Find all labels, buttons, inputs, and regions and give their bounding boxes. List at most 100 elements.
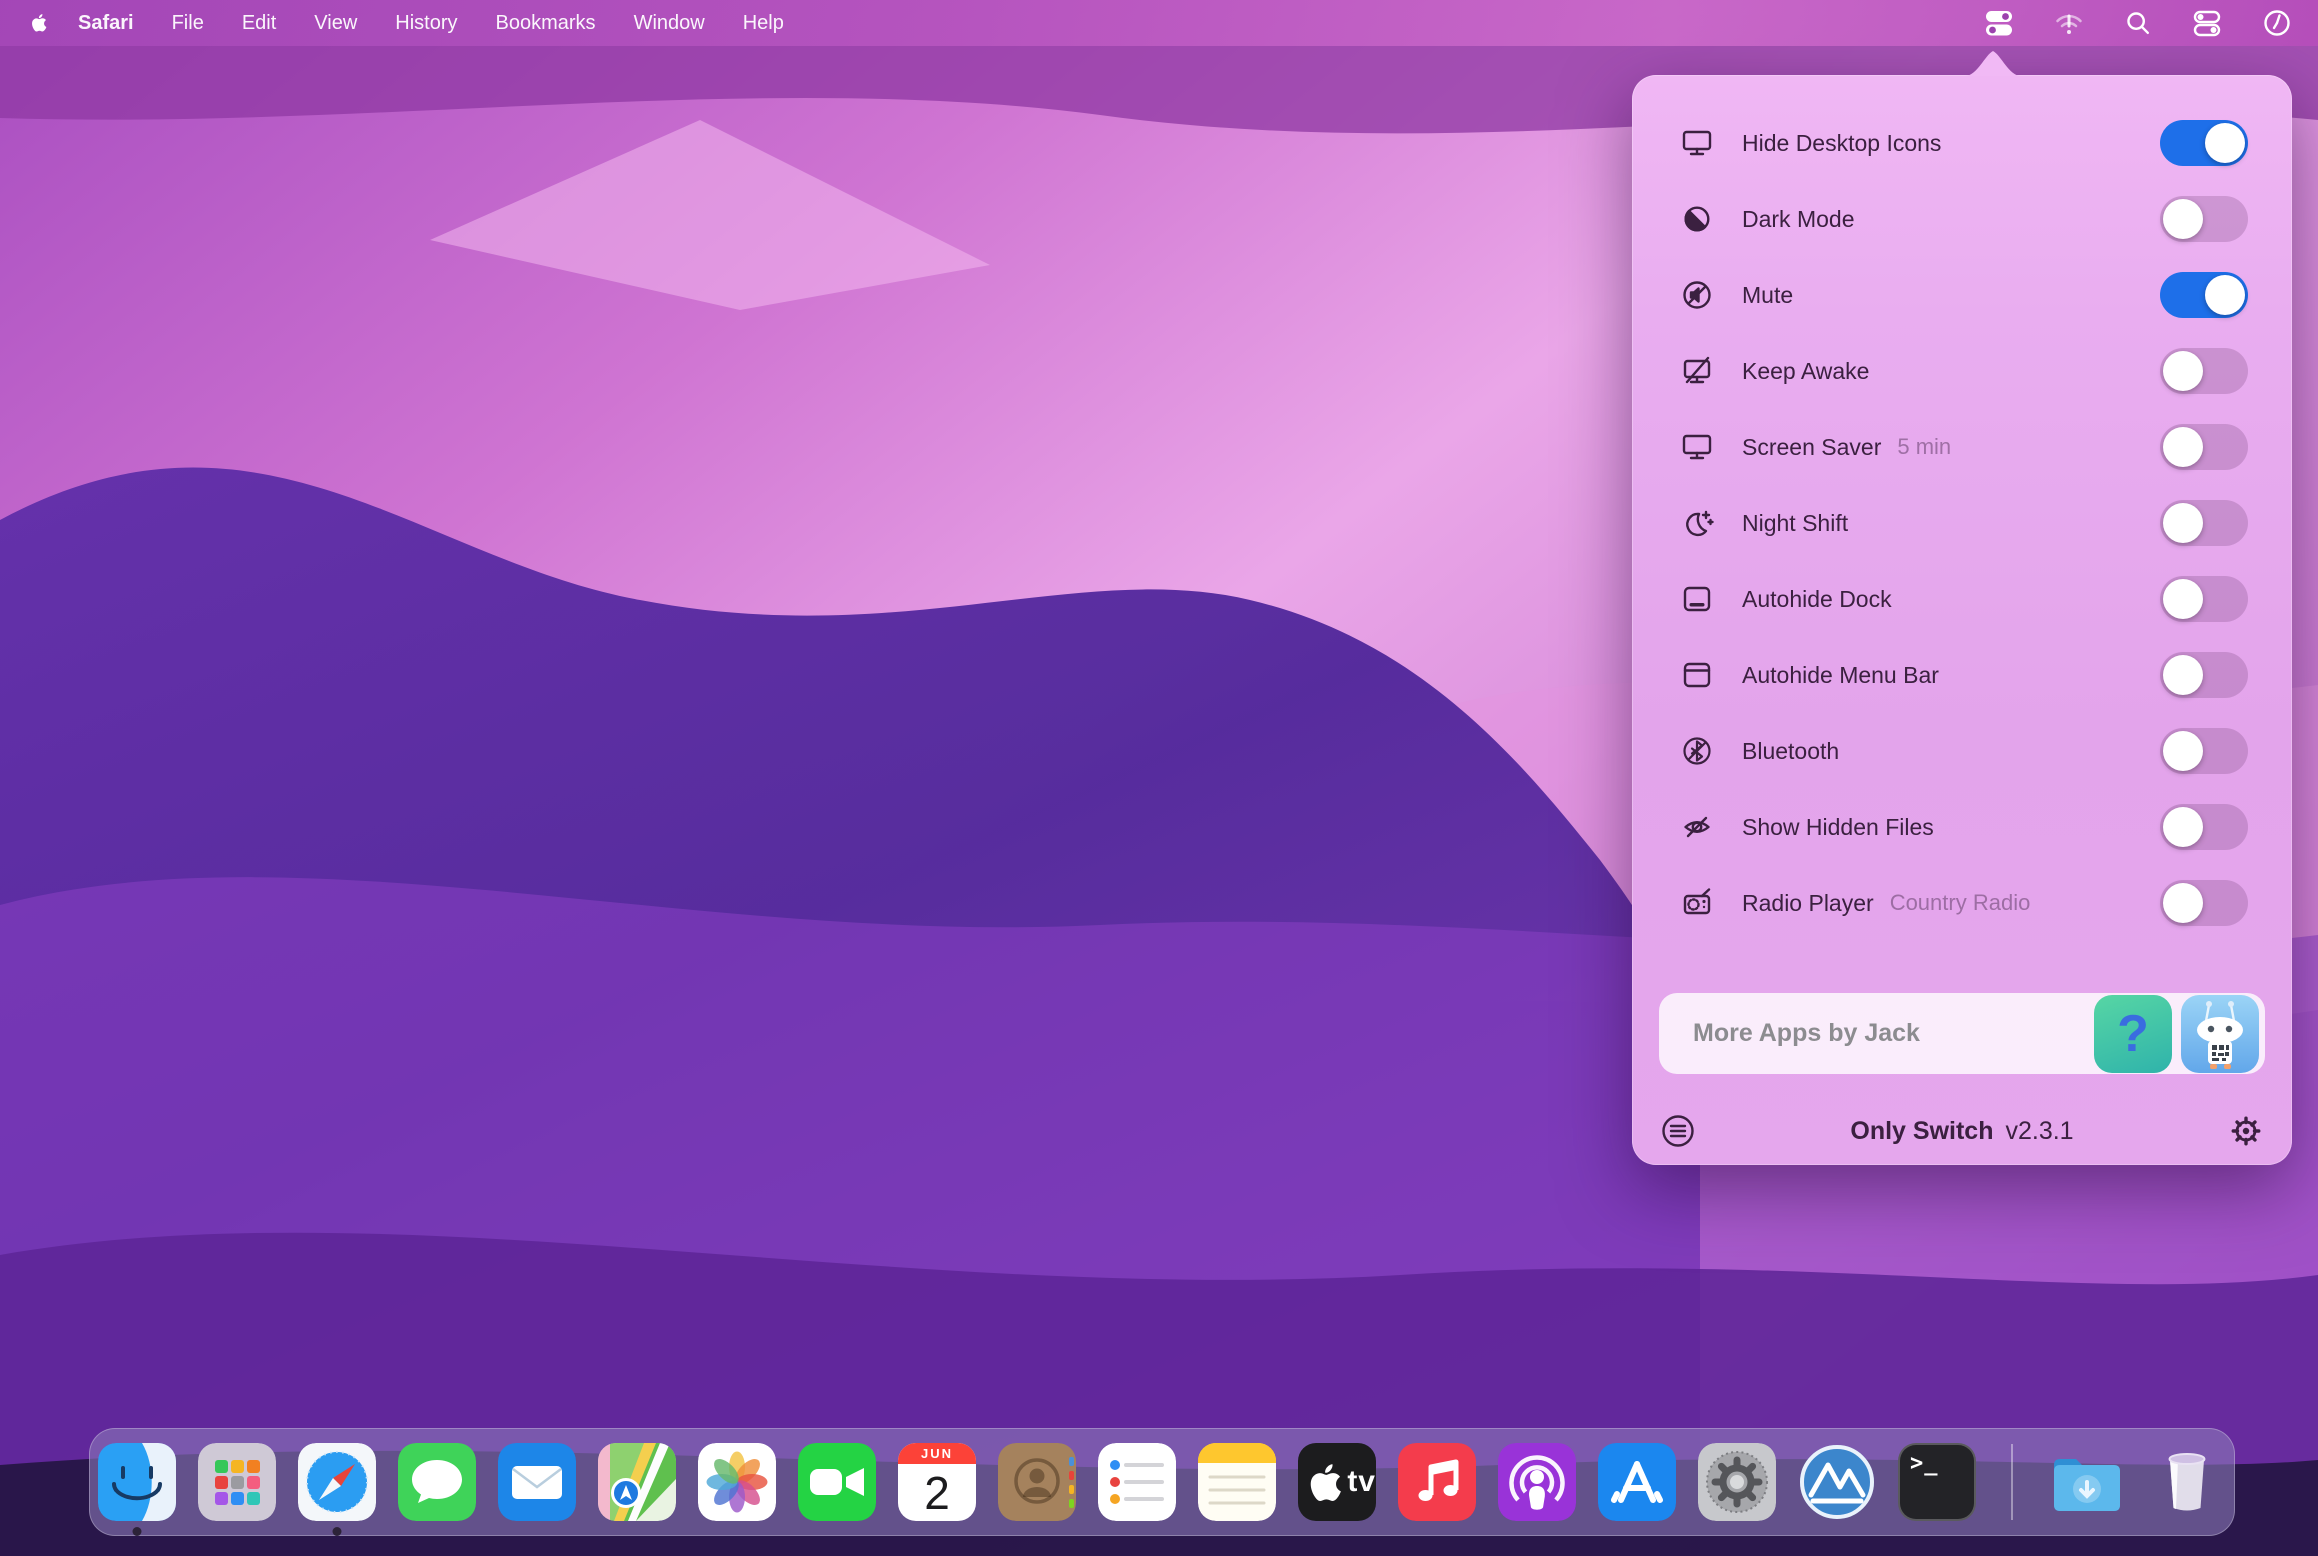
dock-separator	[2011, 1444, 2013, 1520]
display-slash-icon	[1678, 352, 1716, 390]
dock-tv-icon[interactable]: tv	[1298, 1443, 1376, 1521]
dock-messages-icon[interactable]	[398, 1443, 476, 1521]
calendar-month: JUN	[898, 1443, 976, 1464]
switch-row-keep-awake[interactable]: Keep Awake	[1632, 333, 2292, 409]
display-icon	[1678, 428, 1716, 466]
robot-icon	[2181, 995, 2259, 1073]
switch-row-night-shift[interactable]: Night Shift	[1632, 485, 2292, 561]
toggle-bluetooth[interactable]	[2160, 728, 2248, 774]
toggle-autohide-menu-bar[interactable]	[2160, 652, 2248, 698]
toggle-night-shift[interactable]	[2160, 500, 2248, 546]
menu-window[interactable]: Window	[634, 12, 705, 35]
dock-calendar-icon[interactable]: JUN2	[898, 1443, 976, 1521]
switch-label: Dark Mode	[1742, 206, 1854, 233]
switch-row-autohide-dock[interactable]: Autohide Dock	[1632, 561, 2292, 637]
dock-finder-icon[interactable]	[98, 1443, 176, 1521]
question-app-icon[interactable]: ?	[2094, 995, 2172, 1073]
menu-items: Safari File Edit View History Bookmarks Window…	[78, 12, 822, 35]
switch-row-screen-saver[interactable]: Screen Saver 5 min	[1632, 409, 2292, 485]
switch-list: Hide Desktop Icons Dark Mode Mute Keep A…	[1632, 75, 2292, 941]
toggle-mute[interactable]	[2160, 272, 2248, 318]
dock-terminal-icon[interactable]: >_	[1898, 1443, 1976, 1521]
switch-label: Hide Desktop Icons	[1742, 130, 1941, 157]
switch-row-autohide-menu-bar[interactable]: Autohide Menu Bar	[1632, 637, 2292, 713]
switch-row-radio-player[interactable]: Radio Player Country Radio	[1632, 865, 2292, 941]
switch-label: Mute	[1742, 282, 1793, 309]
toggle-radio-player[interactable]	[2160, 880, 2248, 926]
dock-appstore-icon[interactable]	[1598, 1443, 1676, 1521]
dock-reminders-icon[interactable]	[1098, 1443, 1176, 1521]
menu-edit[interactable]: Edit	[242, 12, 276, 35]
display-icon	[1678, 124, 1716, 162]
switch-label: Night Shift	[1742, 510, 1848, 537]
toggle-screen-saver[interactable]	[2160, 424, 2248, 470]
eye-slash-icon	[1678, 808, 1716, 846]
menu-help[interactable]: Help	[743, 12, 784, 35]
dark-mode-icon	[1678, 200, 1716, 238]
panel-footer: Only Switch v2.3.1	[1632, 1097, 2292, 1165]
control-center-icon[interactable]	[2192, 8, 2222, 38]
robot-qr-app-icon[interactable]	[2181, 995, 2259, 1073]
panel-arrow	[1965, 51, 2021, 76]
tv-label: tv	[1347, 1465, 1376, 1499]
menu-bookmarks[interactable]: Bookmarks	[496, 12, 596, 35]
clock-icon[interactable]	[2262, 8, 2292, 38]
switch-label: Bluetooth	[1742, 738, 1839, 765]
switch-row-hide-desktop-icons[interactable]: Hide Desktop Icons	[1632, 105, 2292, 181]
wifi-warning-icon[interactable]	[2054, 8, 2084, 38]
menubar-status-icons	[1984, 8, 2292, 38]
dock-downloads-icon[interactable]	[2048, 1443, 2126, 1521]
only-switch-menu-icon[interactable]	[1984, 8, 2014, 38]
settings-gear-button[interactable]	[2228, 1113, 2264, 1149]
toggle-show-hidden-files[interactable]	[2160, 804, 2248, 850]
only-switch-panel: Hide Desktop Icons Dark Mode Mute Keep A…	[1632, 75, 2292, 1165]
dock-podcasts-icon[interactable]	[1498, 1443, 1576, 1521]
more-apps-bar[interactable]: More Apps by Jack ?	[1659, 993, 2265, 1074]
dock-photos-icon[interactable]	[698, 1443, 776, 1521]
switch-label: Autohide Menu Bar	[1742, 662, 1939, 689]
bluetooth-slash-icon	[1678, 732, 1716, 770]
toggle-knob	[2163, 427, 2203, 467]
switch-label: Autohide Dock	[1742, 586, 1892, 613]
search-icon[interactable]	[2124, 9, 2152, 37]
switch-row-bluetooth[interactable]: Bluetooth	[1632, 713, 2292, 789]
menu-view[interactable]: View	[314, 12, 357, 35]
menubar-frame-icon	[1678, 656, 1716, 694]
calendar-day: 2	[898, 1464, 976, 1521]
switch-row-show-hidden-files[interactable]: Show Hidden Files	[1632, 789, 2292, 865]
app-title: Only Switch v2.3.1	[1632, 1117, 2292, 1146]
menu-list-button[interactable]	[1660, 1113, 1696, 1149]
dock-safari-icon[interactable]	[298, 1443, 376, 1521]
dock-mail-icon[interactable]	[498, 1443, 576, 1521]
dock-settings-icon[interactable]	[1698, 1443, 1776, 1521]
dock-maps-icon[interactable]	[598, 1443, 676, 1521]
switch-label: Keep Awake	[1742, 358, 1869, 385]
menu-safari[interactable]: Safari	[78, 12, 134, 35]
dock-notes-icon[interactable]	[1198, 1443, 1276, 1521]
menu-file[interactable]: File	[172, 12, 204, 35]
app-version: v2.3.1	[2005, 1117, 2073, 1145]
running-indicator	[133, 1527, 142, 1536]
more-apps-badges: ?	[2094, 995, 2259, 1073]
switch-row-mute[interactable]: Mute	[1632, 257, 2292, 333]
toggle-keep-awake[interactable]	[2160, 348, 2248, 394]
running-indicator	[333, 1527, 342, 1536]
menu-history[interactable]: History	[395, 12, 457, 35]
switch-label: Screen Saver	[1742, 434, 1881, 461]
dock-contacts-icon[interactable]	[998, 1443, 1076, 1521]
dock-launchpad-icon[interactable]	[198, 1443, 276, 1521]
dock-music-icon[interactable]	[1398, 1443, 1476, 1521]
app-name: Only Switch	[1850, 1117, 1993, 1145]
dock-trash-icon[interactable]	[2148, 1443, 2226, 1521]
toggle-dark-mode[interactable]	[2160, 196, 2248, 242]
toggle-hide-desktop-icons[interactable]	[2160, 120, 2248, 166]
apple-menu-icon[interactable]	[26, 11, 50, 35]
toggle-knob	[2163, 351, 2203, 391]
dock-facetime-icon[interactable]	[798, 1443, 876, 1521]
toggle-knob	[2163, 883, 2203, 923]
dock-mountain-app-icon[interactable]	[1798, 1443, 1876, 1521]
toggle-knob	[2163, 655, 2203, 695]
radio-icon	[1678, 884, 1716, 922]
switch-row-dark-mode[interactable]: Dark Mode	[1632, 181, 2292, 257]
toggle-autohide-dock[interactable]	[2160, 576, 2248, 622]
